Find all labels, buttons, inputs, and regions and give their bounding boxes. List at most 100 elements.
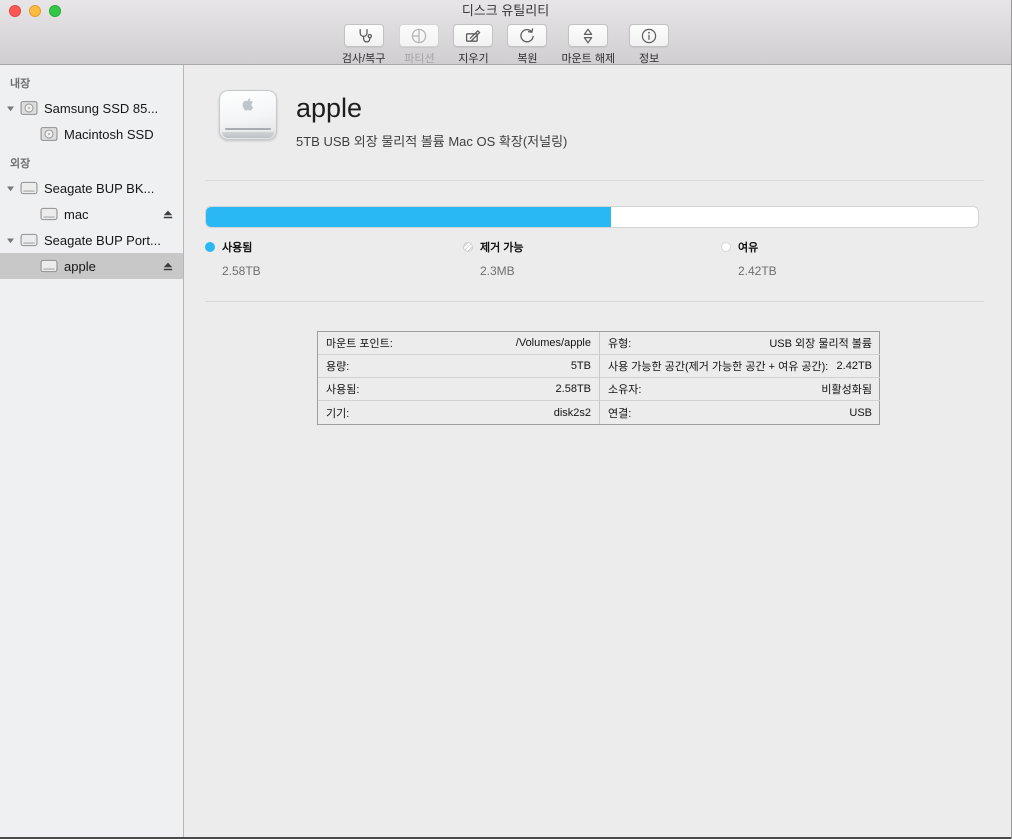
toolbar-button-label: 정보 bbox=[639, 50, 659, 66]
divider bbox=[205, 301, 984, 302]
sidebar-item-apple[interactable]: apple bbox=[0, 253, 183, 279]
detail-label: 소유자: bbox=[608, 381, 641, 397]
volume-description: 5TB USB 외장 물리적 볼륨 Mac OS 확장(저널링) bbox=[296, 131, 567, 150]
external-disk-icon bbox=[40, 206, 58, 222]
legend-dot bbox=[721, 242, 731, 252]
detail-row: 마운트 포인트: /Volumes/apple bbox=[318, 332, 599, 355]
disclosure-triangle-icon[interactable] bbox=[6, 236, 20, 245]
detail-label: 사용 가능한 공간(제거 가능한 공간 + 여유 공간): bbox=[608, 358, 828, 374]
traffic-lights bbox=[9, 5, 61, 17]
detail-label: 기기: bbox=[326, 405, 349, 421]
apple-logo-icon bbox=[242, 97, 255, 112]
internal-disk-icon bbox=[40, 126, 58, 142]
details-left-column: 마운트 포인트: /Volumes/apple 용량: 5TB 사용됨: 2.5… bbox=[318, 332, 599, 424]
legend-value: 2.3MB bbox=[480, 264, 721, 278]
usage-legend: 사용됨 2.58TB 제거 가능 2.3MB 여유 2.42TB bbox=[205, 239, 979, 278]
titlebar[interactable]: 디스크 유틸리티 bbox=[0, 0, 1011, 20]
sidebar-section-label: 내장 bbox=[0, 75, 183, 95]
toolbar-button-label: 검사/복구 bbox=[342, 50, 386, 66]
toolbar-button-label: 마운트 해제 bbox=[561, 50, 615, 66]
detail-value: disk2s2 bbox=[554, 407, 591, 419]
volume-icon bbox=[219, 90, 277, 140]
toolbar: 검사/복구 파티션 지우기 복원 마운트 해제 정보 bbox=[0, 20, 1011, 66]
toolbar-button-unmount[interactable]: 마운트 해제 bbox=[561, 24, 615, 66]
sidebar-item-label: Seagate BUP Port... bbox=[44, 233, 161, 248]
toolbar-button-partition: 파티션 bbox=[399, 24, 439, 66]
sidebar-item-macintosh-ssd[interactable]: Macintosh SSD bbox=[0, 121, 183, 147]
sidebar-item-label: apple bbox=[64, 259, 96, 274]
close-button[interactable] bbox=[9, 5, 21, 17]
divider bbox=[205, 180, 984, 181]
detail-row: 연결: USB bbox=[600, 401, 880, 424]
zoom-button[interactable] bbox=[49, 5, 61, 17]
detail-value: USB bbox=[849, 407, 872, 419]
detail-label: 용량: bbox=[326, 358, 349, 374]
partition-icon bbox=[410, 27, 428, 45]
detail-label: 마운트 포인트: bbox=[326, 335, 393, 351]
sidebar-section: 외장 Seagate BUP BK... mac Seagate BUP Por… bbox=[0, 155, 183, 279]
volume-name: apple bbox=[296, 93, 567, 124]
sidebar-section: 내장 Samsung SSD 85... Macintosh SSD bbox=[0, 75, 183, 147]
detail-row: 사용 가능한 공간(제거 가능한 공간 + 여유 공간): 2.42TB bbox=[600, 355, 880, 378]
external-disk-icon bbox=[40, 258, 58, 274]
drive-slot bbox=[225, 128, 271, 130]
toolbar-button-info[interactable]: 정보 bbox=[629, 24, 669, 66]
volume-meta: apple 5TB USB 외장 물리적 볼륨 Mac OS 확장(저널링) bbox=[296, 90, 567, 150]
eject-button[interactable] bbox=[162, 260, 174, 272]
detail-row: 사용됨: 2.58TB bbox=[318, 378, 599, 401]
detail-label: 유형: bbox=[608, 335, 631, 351]
detail-value: 2.42TB bbox=[837, 360, 872, 372]
detail-row: 용량: 5TB bbox=[318, 355, 599, 378]
window-header: 디스크 유틸리티 검사/복구 파티션 지우기 복원 마운트 해제 bbox=[0, 0, 1011, 65]
detail-label: 연결: bbox=[608, 405, 631, 421]
stethoscope-icon bbox=[355, 27, 373, 45]
legend-item: 사용됨 2.58TB bbox=[205, 239, 463, 278]
toolbar-button-restore[interactable]: 복원 bbox=[507, 24, 547, 66]
detail-row: 유형: USB 외장 물리적 볼륨 bbox=[600, 332, 880, 355]
eject-button[interactable] bbox=[162, 208, 174, 220]
usage-bar bbox=[205, 206, 979, 228]
sidebar-item-seagate-bup-bk[interactable]: Seagate BUP BK... bbox=[0, 175, 183, 201]
sidebar-item-seagate-bup-port[interactable]: Seagate BUP Port... bbox=[0, 227, 183, 253]
sidebar-item-mac[interactable]: mac bbox=[0, 201, 183, 227]
main-pane: apple 5TB USB 외장 물리적 볼륨 Mac OS 확장(저널링) 사… bbox=[184, 65, 1012, 839]
toolbar-button-label: 복원 bbox=[517, 50, 537, 66]
minimize-button[interactable] bbox=[29, 5, 41, 17]
internal-disk-icon bbox=[20, 100, 38, 116]
legend-item: 여유 2.42TB bbox=[721, 239, 979, 278]
detail-value: 5TB bbox=[571, 360, 591, 372]
sidebar-section-label: 외장 bbox=[0, 155, 183, 175]
detail-row: 소유자: 비활성화됨 bbox=[600, 378, 880, 401]
drive-base bbox=[222, 132, 274, 138]
detail-value: 비활성화됨 bbox=[821, 381, 872, 397]
restore-icon bbox=[518, 27, 536, 45]
disclosure-triangle-icon[interactable] bbox=[6, 184, 20, 193]
sidebar-item-label: Samsung SSD 85... bbox=[44, 101, 158, 116]
sidebar-item-label: Macintosh SSD bbox=[64, 127, 154, 142]
toolbar-button-erase[interactable]: 지우기 bbox=[453, 24, 493, 66]
legend-label: 사용됨 bbox=[222, 239, 252, 255]
legend-value: 2.58TB bbox=[222, 264, 463, 278]
detail-value: 2.58TB bbox=[556, 383, 591, 395]
legend-dot bbox=[205, 242, 215, 252]
detail-label: 사용됨: bbox=[326, 381, 359, 397]
usage-fill bbox=[206, 207, 611, 227]
window-content: 내장 Samsung SSD 85... Macintosh SSD 외장 Se… bbox=[0, 65, 1011, 839]
disk-utility-window: 디스크 유틸리티 검사/복구 파티션 지우기 복원 마운트 해제 bbox=[0, 0, 1012, 839]
toolbar-button-verify-repair[interactable]: 검사/복구 bbox=[342, 24, 386, 66]
details-right-column: 유형: USB 외장 물리적 볼륨 사용 가능한 공간(제거 가능한 공간 + … bbox=[599, 332, 880, 424]
disclosure-triangle-icon[interactable] bbox=[6, 104, 20, 113]
detail-row: 기기: disk2s2 bbox=[318, 401, 599, 424]
toolbar-button-label: 파티션 bbox=[404, 50, 434, 66]
sidebar: 내장 Samsung SSD 85... Macintosh SSD 외장 Se… bbox=[0, 65, 184, 839]
detail-value: USB 외장 물리적 볼륨 bbox=[769, 335, 872, 351]
legend-item: 제거 가능 2.3MB bbox=[463, 239, 721, 278]
unmount-icon bbox=[579, 27, 597, 45]
external-disk-icon bbox=[20, 232, 38, 248]
volume-header: apple 5TB USB 외장 물리적 볼륨 Mac OS 확장(저널링) bbox=[219, 90, 1012, 140]
legend-dot bbox=[463, 242, 473, 252]
details-table: 마운트 포인트: /Volumes/apple 용량: 5TB 사용됨: 2.5… bbox=[317, 331, 880, 425]
legend-label: 여유 bbox=[738, 239, 758, 255]
sidebar-item-samsung-ssd-85[interactable]: Samsung SSD 85... bbox=[0, 95, 183, 121]
legend-value: 2.42TB bbox=[738, 264, 979, 278]
